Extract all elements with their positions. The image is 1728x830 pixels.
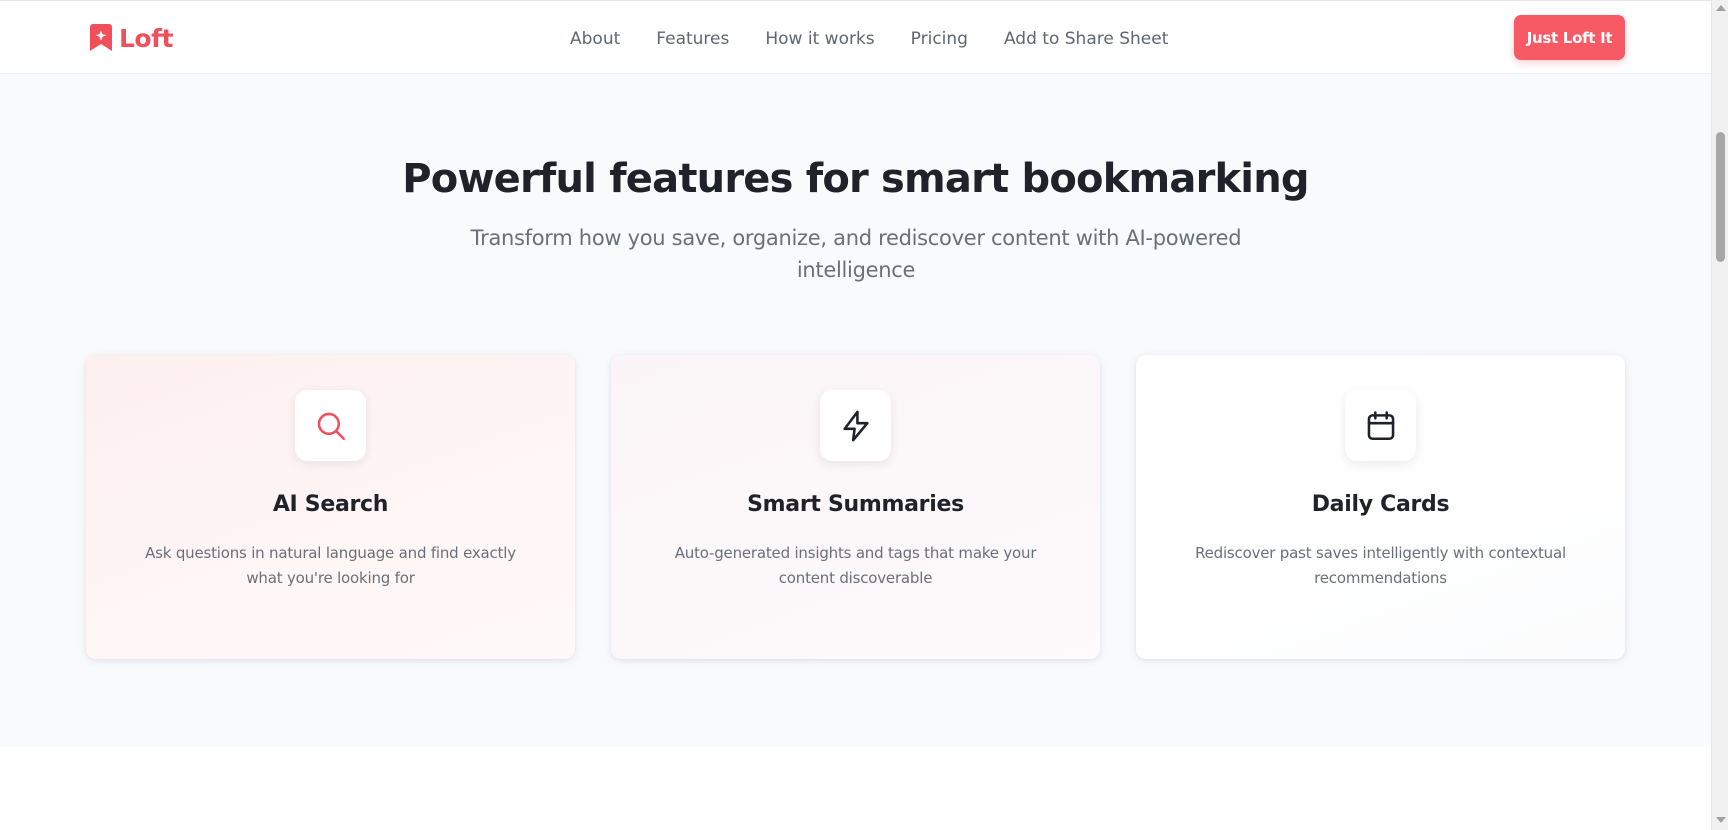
- scroll-thumb[interactable]: [1716, 132, 1725, 262]
- nav-about[interactable]: About: [570, 27, 620, 51]
- feature-card-description: Rediscover past saves intelligently with…: [1195, 544, 1566, 587]
- features-section: Powerful features for smart bookmarking …: [0, 74, 1711, 747]
- feature-card-description: Auto-generated insights and tags that ma…: [674, 544, 1037, 587]
- features-title: Powerful features for smart bookmarking: [402, 156, 1309, 202]
- feature-card-smart-summaries: Smart Summaries Auto-generated insights …: [611, 355, 1100, 659]
- search-icon: [295, 390, 366, 461]
- feature-card-daily-cards: Daily Cards Rediscover past saves intell…: [1136, 355, 1625, 659]
- features-subtitle: Transform how you save, organize, and re…: [470, 226, 1242, 282]
- nav-features[interactable]: Features: [656, 27, 729, 51]
- feature-card-title: AI Search: [272, 492, 389, 517]
- page-scrollbar[interactable]: [1711, 0, 1728, 830]
- page: Loft About Features How it works Pricing…: [0, 0, 1728, 830]
- brand-name: Loft: [119, 23, 173, 53]
- scroll-down-arrow-icon[interactable]: [1716, 817, 1726, 823]
- feature-card-title: Daily Cards: [1311, 492, 1450, 517]
- main-nav: About Features How it works Pricing Add …: [570, 27, 1168, 51]
- feature-card-description: Ask questions in natural language and fi…: [145, 544, 516, 587]
- feature-card-title: Smart Summaries: [747, 492, 964, 517]
- scroll-up-arrow-icon[interactable]: [1716, 5, 1726, 11]
- nav-add-to-share-sheet[interactable]: Add to Share Sheet: [1004, 27, 1168, 51]
- lightning-icon: [820, 390, 891, 461]
- just-loft-it-button[interactable]: Just Loft It: [1514, 15, 1625, 60]
- nav-pricing[interactable]: Pricing: [911, 27, 968, 51]
- nav-how-it-works[interactable]: How it works: [765, 27, 874, 51]
- bookmark-logo-icon: [90, 24, 112, 51]
- brand-logo[interactable]: Loft: [90, 23, 173, 53]
- calendar-icon: [1345, 390, 1416, 461]
- feature-card-ai-search: AI Search Ask questions in natural langu…: [86, 355, 575, 659]
- site-header: Loft About Features How it works Pricing…: [0, 0, 1711, 74]
